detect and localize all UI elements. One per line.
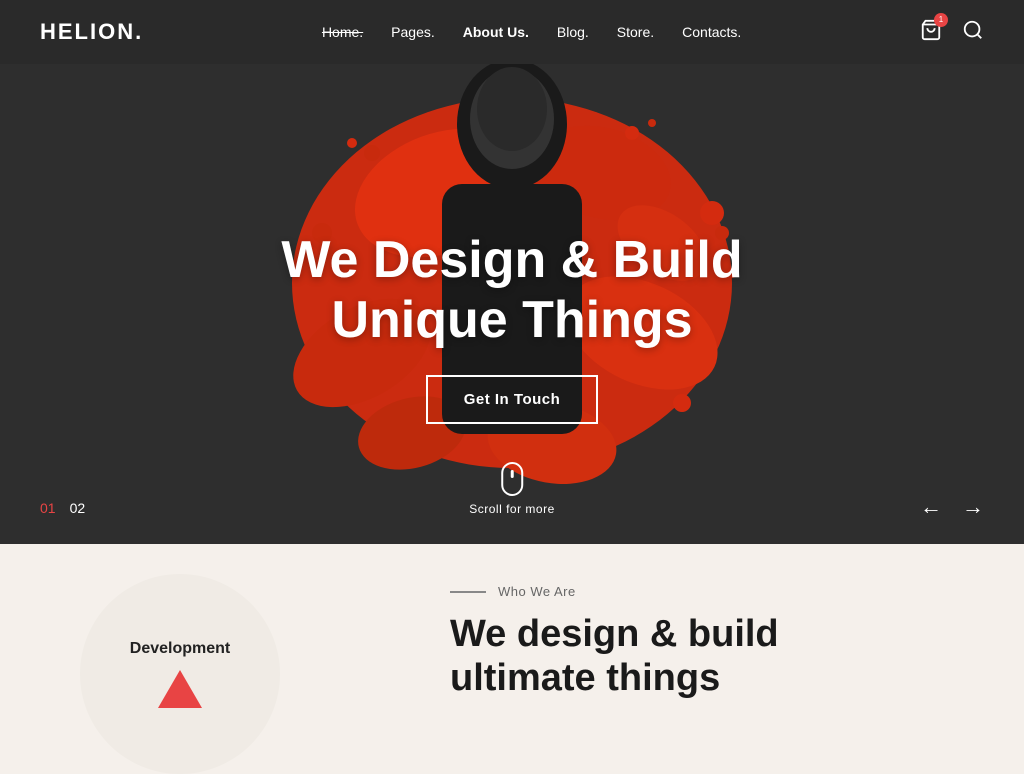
- cart-icon-wrapper[interactable]: 1: [920, 19, 942, 46]
- hero-text-block: We Design & Build Unique Things Get In T…: [0, 231, 1024, 424]
- development-card: Development: [80, 574, 280, 774]
- section-heading-line2: ultimate things: [450, 657, 720, 699]
- prev-arrow-button[interactable]: ←: [920, 494, 942, 520]
- hero-section: We Design & Build Unique Things Get In T…: [0, 64, 1024, 544]
- scroll-mouse-icon: [501, 462, 523, 496]
- nav-actions: 1: [920, 19, 984, 46]
- nav-store[interactable]: Store.: [617, 24, 654, 40]
- scroll-indicator: Scroll for more: [469, 462, 555, 516]
- main-nav: Home. Pages. About Us. Blog. Store. Cont…: [322, 24, 741, 40]
- section-tag: Who We Are: [450, 584, 779, 599]
- section-tag-text: Who We Are: [498, 584, 576, 599]
- scroll-text: Scroll for more: [469, 502, 555, 516]
- next-arrow-button[interactable]: →: [962, 494, 984, 520]
- bottom-section: Development Who We Are We design & build…: [0, 544, 1024, 745]
- nav-contacts[interactable]: Contacts.: [682, 24, 741, 40]
- nav-home[interactable]: Home.: [322, 24, 363, 40]
- header: HELION. Home. Pages. About Us. Blog. Sto…: [0, 0, 1024, 64]
- search-icon-wrapper[interactable]: [962, 19, 984, 46]
- section-heading-line1: We design & build: [450, 613, 779, 655]
- nav-about[interactable]: About Us.: [463, 24, 529, 40]
- who-we-are-block: Who We Are We design & build ultimate th…: [450, 584, 779, 700]
- section-heading: We design & build ultimate things: [450, 613, 779, 700]
- section-line: [450, 591, 486, 593]
- slide-indicator-1[interactable]: 01: [40, 500, 56, 516]
- development-title: Development: [130, 640, 230, 658]
- nav-pages[interactable]: Pages.: [391, 24, 435, 40]
- slide-indicator-2[interactable]: 02: [70, 500, 86, 516]
- triangle-icon: [158, 670, 202, 708]
- search-icon: [962, 19, 984, 41]
- nav-arrows: ← →: [920, 494, 984, 520]
- get-in-touch-button[interactable]: Get In Touch: [426, 375, 599, 424]
- hero-heading: We Design & Build Unique Things: [0, 231, 1024, 351]
- nav-blog[interactable]: Blog.: [557, 24, 589, 40]
- hero-heading-line2: Unique Things: [331, 291, 692, 349]
- logo[interactable]: HELION.: [40, 19, 143, 45]
- cart-badge: 1: [934, 13, 948, 27]
- slide-indicators: 01 02: [40, 500, 85, 516]
- hero-heading-line1: We Design & Build: [281, 231, 742, 289]
